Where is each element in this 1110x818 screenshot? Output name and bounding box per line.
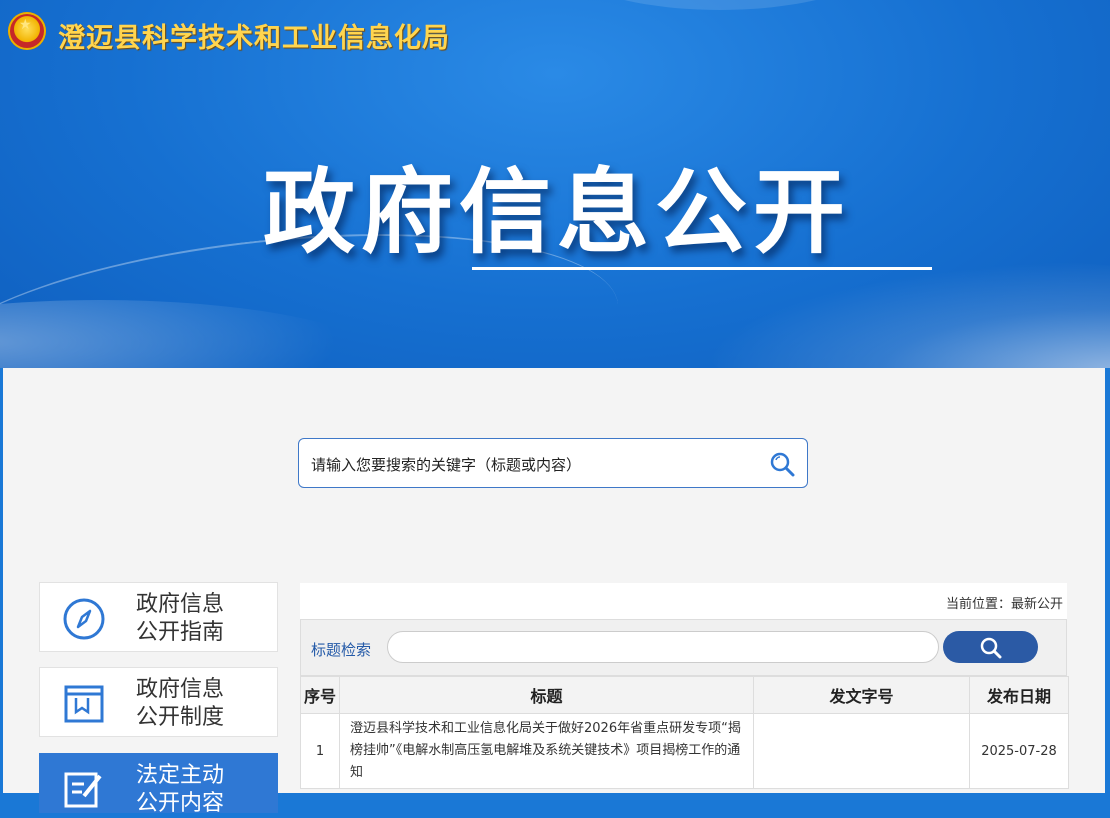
- search-icon: [980, 637, 1002, 659]
- national-emblem-icon: ★: [8, 12, 46, 50]
- sidebar-item-label: 公开内容: [136, 791, 225, 816]
- breadcrumb[interactable]: 当前位置：最新公开: [946, 593, 1063, 612]
- banner-glow: [540, 0, 900, 10]
- search-placeholder: 请输入您要搜索的关键字（标题或内容）: [311, 456, 582, 474]
- sidebar-item-statutory[interactable]: 法定主动 公开内容: [39, 753, 278, 816]
- title-search-button[interactable]: [943, 631, 1038, 663]
- table-header-row: 序号 标题 发文字号 发布日期: [300, 676, 1069, 714]
- column-header-date: 发布日期: [969, 676, 1069, 714]
- sidebar-item-label: 公开指南: [136, 620, 225, 645]
- table-row[interactable]: 1 澄迈县科学技术和工业信息化局关于做好2026年省重点研发专项“揭榜挂帅”《电…: [300, 713, 1069, 789]
- edit-icon: [64, 772, 102, 808]
- banner-underline: [472, 267, 932, 270]
- search-input[interactable]: 请输入您要搜索的关键字（标题或内容）: [298, 438, 808, 488]
- column-header-title: 标题: [339, 676, 754, 714]
- filter-label: 标题检索: [311, 641, 372, 659]
- column-header-doc-number: 发文字号: [753, 676, 970, 714]
- banner-title: 政府信息公开: [262, 159, 851, 266]
- document-table: 序号 标题 发文字号 发布日期 1 澄迈县科学技术和工业信息化局关于做好2026…: [300, 676, 1069, 789]
- sidebar-item-label: 政府信息: [136, 592, 225, 617]
- row-doc-number: [753, 713, 970, 789]
- row-title-link[interactable]: 澄迈县科学技术和工业信息化局关于做好2026年省重点研发专项“揭榜挂帅”《电解水…: [339, 713, 754, 789]
- title-filter: 标题检索: [300, 619, 1067, 676]
- banner-wave: [700, 260, 1110, 368]
- sidebar-item-label: 法定主动: [136, 763, 225, 788]
- search-icon[interactable]: [769, 451, 795, 477]
- row-number: 1: [300, 713, 340, 789]
- compass-icon: [63, 598, 105, 640]
- breadcrumb-bar: 当前位置：最新公开: [300, 583, 1067, 619]
- title-search-input[interactable]: [387, 631, 939, 663]
- sidebar-item-guide[interactable]: 政府信息 公开指南: [39, 582, 278, 652]
- column-header-number: 序号: [300, 676, 340, 714]
- header-banner: ★ 澄迈县科学技术和工业信息化局 政府信息公开: [0, 0, 1110, 368]
- sidebar-item-label: 政府信息: [136, 677, 225, 702]
- sidebar-item-system[interactable]: 政府信息 公开制度: [39, 667, 278, 737]
- book-icon: [64, 685, 104, 723]
- sidebar-item-label: 公开制度: [136, 705, 225, 730]
- row-date: 2025-07-28: [969, 713, 1069, 789]
- org-name[interactable]: 澄迈县科学技术和工业信息化局: [58, 16, 450, 55]
